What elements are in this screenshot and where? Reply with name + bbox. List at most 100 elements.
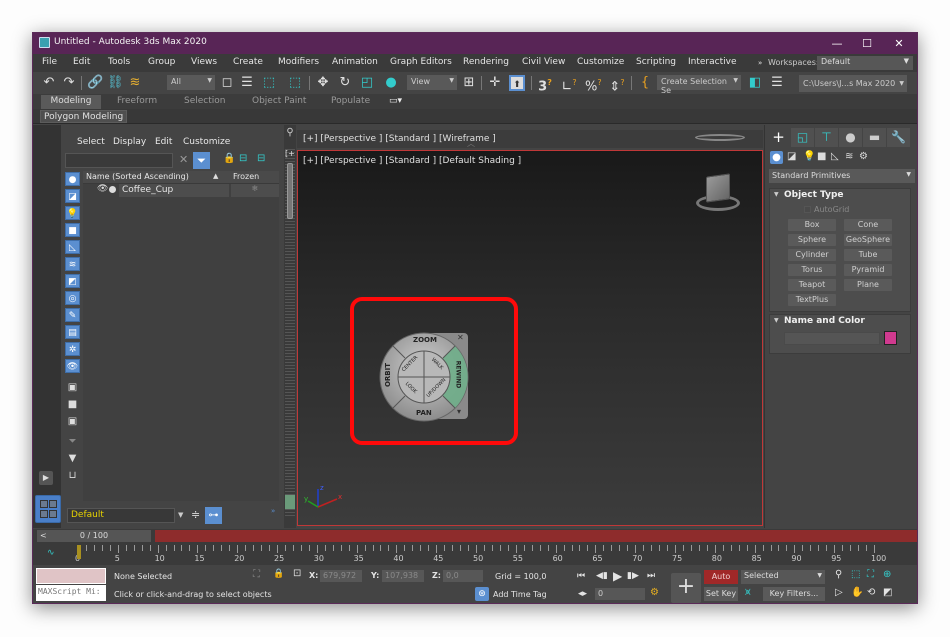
select-by-name-icon[interactable]: ☰ xyxy=(239,75,255,91)
column-frozen-header[interactable]: Frozen xyxy=(233,172,259,181)
shapes-category-icon[interactable]: ◪ xyxy=(787,151,796,162)
hierarchy-tab-icon[interactable]: ⊤ xyxy=(815,128,838,147)
auto-key-button[interactable]: Auto Key xyxy=(704,570,738,595)
next-frame-icon[interactable]: ▮▶ xyxy=(627,571,639,581)
column-name-header[interactable]: Name (Sorted Ascending) xyxy=(86,172,189,181)
maximize-button[interactable]: ☐ xyxy=(853,35,881,52)
current-frame-marker[interactable] xyxy=(77,545,81,559)
clear-search-icon[interactable]: ✕ xyxy=(179,153,188,166)
angle-snap-icon[interactable]: ∟? xyxy=(561,75,577,94)
lights-filter-icon[interactable]: 💡 xyxy=(65,206,80,220)
add-time-tag-button[interactable]: Add Time Tag xyxy=(493,590,547,599)
scene-row[interactable]: 👁 Coffee_Cup ❄ xyxy=(83,184,279,197)
menu-interactive[interactable]: Interactive xyxy=(688,57,736,67)
scale-icon[interactable]: ◰ xyxy=(359,75,375,91)
selection-filter-dropdown[interactable]: All ▼ xyxy=(167,75,215,90)
scene-menu-customize[interactable]: Customize xyxy=(183,137,230,147)
expand-panel-button[interactable]: ▶ xyxy=(39,471,53,485)
menu-animation[interactable]: Animation xyxy=(332,57,378,67)
filter-settings-icon[interactable]: ⏷ xyxy=(65,435,80,449)
menu-file[interactable]: File xyxy=(42,57,57,67)
zoom-extents-icon[interactable]: ⛶ xyxy=(867,569,874,580)
rotate-icon[interactable]: ↻ xyxy=(337,75,353,91)
collapse-icon[interactable]: ▼ xyxy=(774,191,779,198)
viewcube-cube-icon[interactable] xyxy=(706,173,730,203)
helpers-filter-icon[interactable]: ◺ xyxy=(65,240,80,254)
ribbon-options-icon[interactable]: ▭▾ xyxy=(389,96,402,106)
orbit-icon[interactable]: ⟲ xyxy=(867,587,875,598)
xrefs-filter-icon[interactable]: ◎ xyxy=(65,291,80,305)
go-to-start-icon[interactable]: ⏮ xyxy=(577,571,585,581)
expand-icon[interactable]: » xyxy=(271,507,275,515)
move-icon[interactable]: ✥ xyxy=(315,75,331,91)
plane-button[interactable]: Plane xyxy=(844,279,892,291)
track-bar[interactable]: ∿ 05101520253035404550556065707580859095… xyxy=(33,543,917,565)
display-all-icon[interactable]: ■ xyxy=(65,398,80,412)
geometry-filter-icon[interactable]: ● xyxy=(65,172,80,186)
key-tangent-icon[interactable]: ⩙ xyxy=(745,587,751,598)
zoom-extents-all-icon[interactable]: ⊕ xyxy=(883,569,891,580)
viewport-options-icon[interactable]: ⚲ xyxy=(284,127,296,143)
timeline-ruler[interactable]: 0510152025303540455055606570758085909510… xyxy=(75,543,886,565)
pyramid-button[interactable]: Pyramid xyxy=(844,264,892,276)
time-slider[interactable]: < 0 / 100 > xyxy=(37,530,163,542)
go-to-end-icon[interactable]: ⏭ xyxy=(647,571,655,581)
layer-dropdown[interactable]: Default xyxy=(67,508,175,523)
cameras-filter-icon[interactable]: ■ xyxy=(65,223,80,237)
select-object-icon[interactable]: ◻ xyxy=(219,75,235,91)
isolate-selection-icon[interactable]: ⛶ xyxy=(253,569,260,580)
display-children-icon[interactable]: ▣ xyxy=(65,381,80,395)
ribbon-tab-populate[interactable]: Populate xyxy=(331,96,370,106)
time-slider-track[interactable] xyxy=(155,530,917,542)
render-toggle-icon[interactable] xyxy=(109,186,116,193)
geosphere-button[interactable]: GeoSphere xyxy=(844,234,892,246)
motion-tab-icon[interactable]: ● xyxy=(839,128,862,147)
set-key-big-button[interactable]: + xyxy=(671,573,701,603)
object-name-input[interactable] xyxy=(784,332,880,345)
project-path-dropdown[interactable]: C:\Users\J...s Max 2020 ▼ xyxy=(799,75,907,92)
helpers-category-icon[interactable]: ◺ xyxy=(831,151,839,162)
play-icon[interactable]: ▶ xyxy=(613,569,622,583)
workspaces-dropdown[interactable]: Default ▼ xyxy=(817,56,913,70)
scroll-handle[interactable] xyxy=(287,163,293,219)
prev-frame-button[interactable]: < xyxy=(40,530,47,542)
tube-button[interactable]: Tube xyxy=(844,249,892,261)
scene-menu-edit[interactable]: Edit xyxy=(155,137,172,147)
display-none-icon[interactable]: ▣ xyxy=(65,415,80,429)
wheel-orbit[interactable]: ORBIT xyxy=(384,363,392,387)
menu-graph-editors[interactable]: Graph Editors xyxy=(390,57,452,67)
y-coordinate-field[interactable]: 107,938 xyxy=(382,570,424,582)
rectangle-selection-icon[interactable]: ⬚ xyxy=(261,75,277,91)
main-viewport-label[interactable]: [+] [Perspective ] [Standard ] [Default … xyxy=(303,156,521,166)
cylinder-button[interactable]: Cylinder xyxy=(788,249,836,261)
space-warps-filter-icon[interactable]: ≋ xyxy=(65,257,80,271)
top-viewport[interactable]: [+] [Perspective ] [Standard ] [Wirefram… xyxy=(297,130,763,148)
ref-coord-dropdown[interactable]: View ▼ xyxy=(407,75,457,90)
current-frame-field[interactable]: 0 xyxy=(595,588,645,600)
menu-group[interactable]: Group xyxy=(148,57,175,67)
viewport-scrollbar[interactable]: [+ xyxy=(285,147,295,517)
ribbon-tab-object-paint[interactable]: Object Paint xyxy=(252,96,306,106)
filter-toggle-icon[interactable]: ▼ xyxy=(65,452,80,466)
space-warps-category-icon[interactable]: ≋ xyxy=(845,151,853,162)
utilities-tab-icon[interactable]: 🔧 xyxy=(887,128,910,147)
menu-scripting[interactable]: Scripting xyxy=(636,57,676,67)
mirror-icon[interactable]: ◧ xyxy=(747,75,763,91)
modify-tab-icon[interactable]: ◱ xyxy=(791,128,814,147)
shapes-filter-icon[interactable]: ◪ xyxy=(65,189,80,203)
sphere-button[interactable]: Sphere xyxy=(788,234,836,246)
pan-hand-icon[interactable]: ✋ xyxy=(851,587,863,598)
visibility-eye-icon[interactable]: 👁 xyxy=(97,184,108,194)
display-tab-icon[interactable]: ▬ xyxy=(863,128,886,147)
time-tag-icon[interactable]: ⊛ xyxy=(475,587,489,601)
cameras-category-icon[interactable]: ■ xyxy=(817,151,826,162)
menu-tools[interactable]: Tools xyxy=(108,57,130,67)
frozen-toggle-icon[interactable]: ❄ xyxy=(231,184,279,197)
field-of-view-icon[interactable]: ▷ xyxy=(835,587,843,598)
menu-edit[interactable]: Edit xyxy=(73,57,90,67)
previous-frame-icon[interactable]: ◀▮ xyxy=(596,571,608,581)
scene-menu-select[interactable]: Select xyxy=(77,137,105,147)
percent-snap-icon[interactable]: %? xyxy=(585,75,602,94)
teapot-button[interactable]: Teapot xyxy=(788,279,836,291)
textplus-button[interactable]: TextPlus xyxy=(788,294,836,306)
